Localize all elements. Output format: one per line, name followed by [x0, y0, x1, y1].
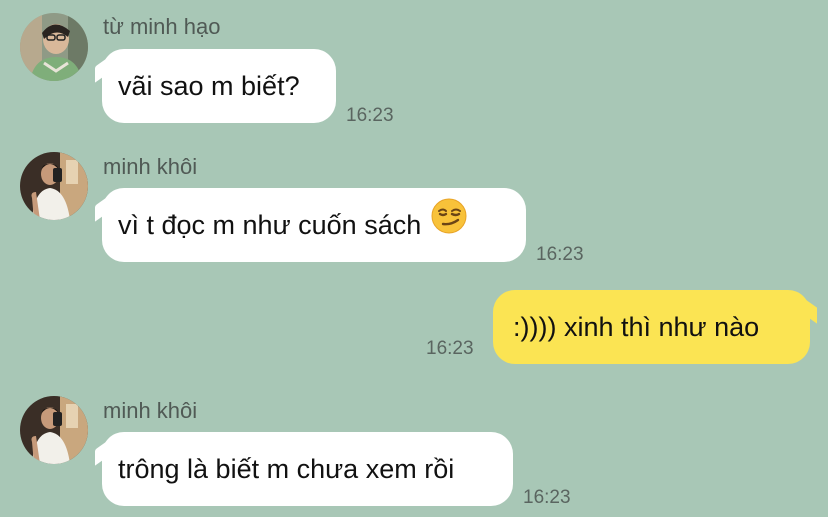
- avatar-tu-minh-hao[interactable]: [20, 13, 88, 81]
- avatar-minh-khoi[interactable]: [20, 396, 88, 464]
- message-text: :)))) xinh thì như nào: [513, 312, 760, 342]
- sender-name: từ minh hạo: [103, 14, 221, 39]
- smirking-face-emoji: [431, 188, 467, 262]
- message-bubble[interactable]: vì t đọc m như cuốn sách: [102, 188, 526, 262]
- message-time: 16:23: [523, 487, 571, 508]
- message-time: 16:23: [536, 244, 584, 265]
- message-bubble[interactable]: trông là biết m chưa xem rồi: [102, 432, 513, 506]
- message-time: 16:23: [426, 338, 474, 359]
- message-time: 16:23: [346, 105, 394, 126]
- avatar-minh-khoi[interactable]: [20, 152, 88, 220]
- message-text: vì t đọc m như cuốn sách: [118, 210, 422, 240]
- sender-name: minh khôi: [103, 398, 198, 423]
- message-text: trông là biết m chưa xem rồi: [118, 454, 455, 484]
- message-text: vãi sao m biết?: [118, 71, 300, 101]
- message-bubble[interactable]: vãi sao m biết?: [102, 49, 336, 123]
- message-bubble-outgoing[interactable]: :)))) xinh thì như nào: [493, 290, 810, 364]
- sender-name: minh khôi: [103, 154, 198, 179]
